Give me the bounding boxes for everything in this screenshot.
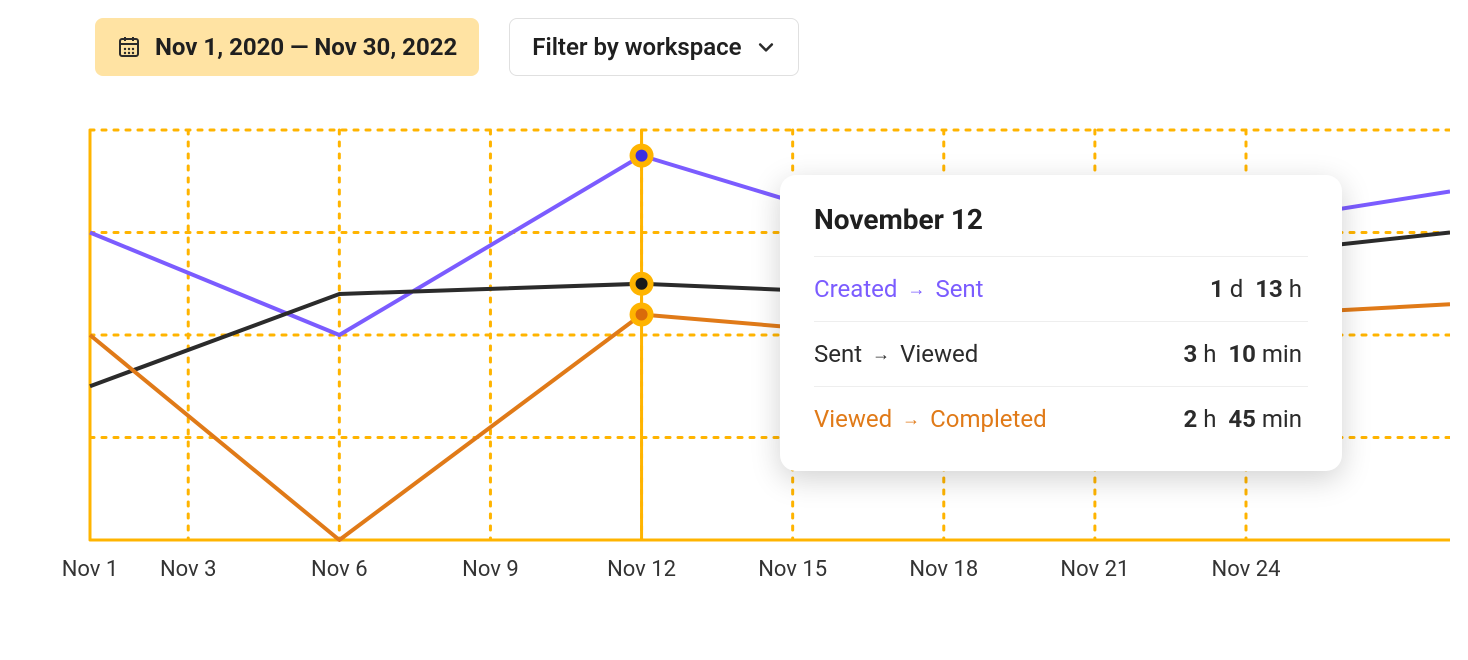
- x-tick-label: Nov 18: [909, 557, 978, 582]
- tooltip-row-label: Created → Sent: [814, 275, 984, 303]
- x-tick-label: Nov 3: [160, 557, 217, 582]
- tooltip-row-value: 3 h 10 min: [1183, 340, 1308, 368]
- filter-workspace-button[interactable]: Filter by workspace: [509, 18, 798, 76]
- tooltip-row: Viewed → Completed 2 h 45 min: [814, 387, 1308, 451]
- toolbar: Nov 1, 2020 — Nov 30, 2022 Filter by wor…: [95, 18, 799, 76]
- filter-label: Filter by workspace: [532, 33, 741, 61]
- tooltip-title: November 12: [814, 203, 1308, 257]
- date-range-button[interactable]: Nov 1, 2020 — Nov 30, 2022: [95, 18, 479, 76]
- tooltip-row: Sent → Viewed 3 h 10 min: [814, 322, 1308, 387]
- tooltip-row-label: Viewed → Completed: [814, 405, 1047, 433]
- x-tick-label: Nov 1: [62, 557, 119, 582]
- x-tick-label: Nov 9: [462, 557, 519, 582]
- tooltip-row: Created → Sent 1 d 13 h: [814, 257, 1308, 322]
- calendar-icon: [117, 35, 141, 59]
- x-tick-label: Nov 15: [758, 557, 827, 582]
- tooltip-row-value: 1 d 13 h: [1210, 275, 1308, 303]
- x-tick-label: Nov 12: [607, 557, 676, 582]
- x-tick-label: Nov 24: [1212, 557, 1281, 582]
- arrow-right-icon: →: [872, 344, 890, 365]
- chart-tooltip: November 12 Created → Sent 1 d 13 h Sent…: [780, 175, 1342, 471]
- tooltip-row-value: 2 h 45 min: [1183, 405, 1308, 433]
- chevron-down-icon: [756, 37, 776, 57]
- x-tick-label: Nov 6: [311, 557, 368, 582]
- x-tick-label: Nov 21: [1060, 557, 1129, 582]
- tooltip-row-label: Sent → Viewed: [814, 340, 978, 368]
- date-range-label: Nov 1, 2020 — Nov 30, 2022: [155, 33, 457, 61]
- arrow-right-icon: →: [902, 409, 920, 430]
- arrow-right-icon: →: [907, 279, 925, 300]
